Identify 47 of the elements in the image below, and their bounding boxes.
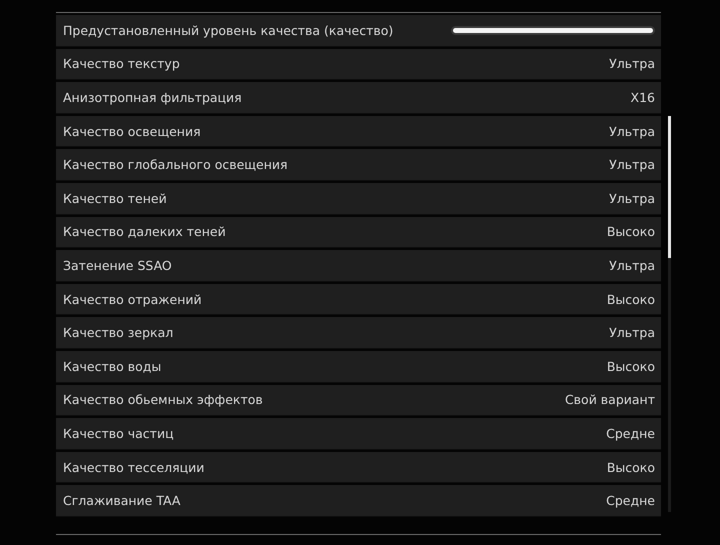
setting-label: Качество теней: [63, 190, 167, 206]
setting-row[interactable]: Сглаживание TAA Средне: [56, 485, 661, 517]
setting-value: Ультра: [609, 56, 655, 72]
setting-label: Качество отражений: [63, 292, 202, 307]
setting-row[interactable]: Качество теней Ультра: [56, 182, 661, 215]
setting-value: Ультра: [609, 157, 655, 172]
setting-label: Качество тесселяции: [63, 460, 204, 475]
setting-row[interactable]: Качество глобального освещения Ультра: [56, 149, 661, 181]
setting-label: Затенение SSAO: [63, 258, 172, 273]
setting-row[interactable]: Затенение SSAO Ультра: [56, 250, 661, 282]
setting-value: Ультра: [609, 258, 655, 273]
setting-row[interactable]: Качество воды Высоко: [56, 350, 661, 383]
setting-row[interactable]: Качество текстур Ультра: [56, 48, 661, 80]
setting-label: Качество частиц: [63, 426, 174, 441]
scrollbar[interactable]: [668, 116, 671, 512]
setting-row[interactable]: Предустановленный уровень качества (качество): [56, 15, 661, 47]
setting-label: Качество текстур: [63, 56, 180, 72]
setting-value: Средне: [606, 426, 655, 441]
setting-label: Качество зеркал: [63, 325, 174, 340]
quality-slider[interactable]: [451, 26, 655, 35]
setting-label: Качество обьемных эффектов: [63, 392, 263, 408]
scrollbar-thumb[interactable]: [668, 116, 671, 258]
setting-label: Анизотропная фильтрация: [63, 90, 242, 105]
setting-value: Ультра: [609, 124, 655, 139]
setting-label: Качество освещения: [63, 124, 201, 139]
setting-value: Средне: [606, 493, 655, 508]
setting-value: Ультра: [609, 190, 655, 206]
setting-value: Высоко: [606, 460, 655, 475]
setting-value: Свой вариант: [564, 392, 655, 408]
setting-label: Качество воды: [63, 358, 162, 374]
setting-label: Качество глобального освещения: [63, 157, 288, 172]
setting-value: Ультра: [609, 325, 655, 340]
setting-value: Высоко: [606, 358, 655, 374]
setting-value: Высоко: [606, 224, 655, 240]
setting-row[interactable]: Качество обьемных эффектов Свой вариант: [56, 384, 661, 416]
setting-row[interactable]: Качество зеркал Ультра: [56, 317, 661, 349]
setting-row[interactable]: Анизотропная фильтрация X16: [56, 82, 661, 114]
setting-value: X16: [630, 90, 655, 105]
setting-row[interactable]: Качество освещения Ультра: [56, 116, 661, 148]
setting-row[interactable]: Качество отражений Высоко: [56, 284, 661, 316]
setting-row[interactable]: Качество частиц Средне: [56, 418, 661, 450]
setting-label: Предустановленный уровень качества (качество): [63, 22, 394, 38]
setting-label: Качество далеких теней: [63, 224, 226, 240]
setting-label: Сглаживание TAA: [63, 493, 180, 508]
setting-row[interactable]: Качество далеких теней Высоко: [56, 216, 661, 248]
setting-value: Высоко: [606, 292, 655, 307]
setting-row[interactable]: Качество тесселяции Высоко: [56, 452, 661, 484]
